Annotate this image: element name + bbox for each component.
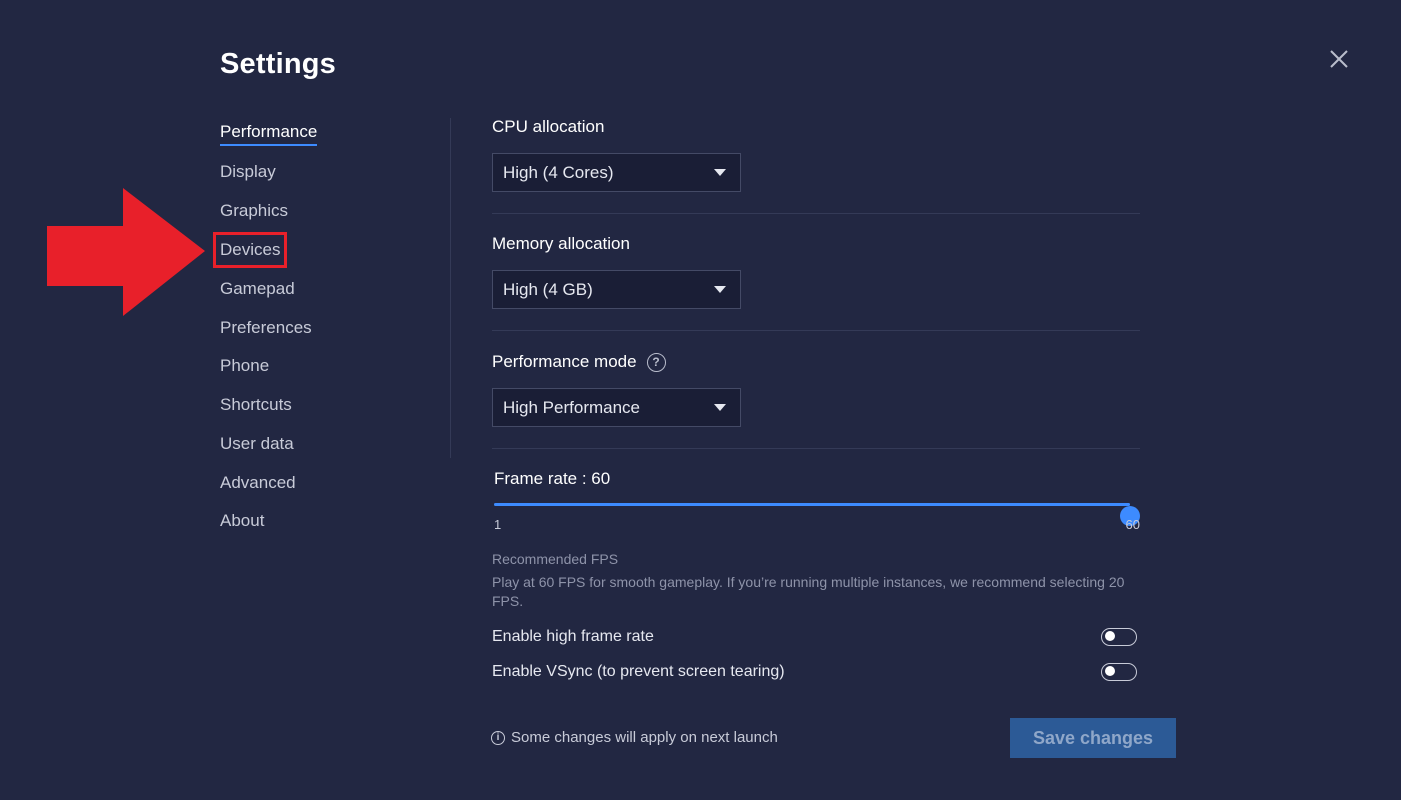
frame-rate-label: Frame rate : 60	[494, 469, 611, 488]
sidebar-item-gamepad[interactable]: Gamepad	[220, 269, 420, 308]
slider-fill	[494, 503, 1130, 506]
footer-note-text: Some changes will apply on next launch	[511, 729, 778, 746]
sidebar-item-preferences[interactable]: Preferences	[220, 308, 420, 347]
memory-select[interactable]: High (4 GB)	[492, 270, 741, 309]
recommended-fps-title: Recommended FPS	[492, 551, 619, 567]
high-frame-rate-toggle[interactable]	[1101, 627, 1137, 646]
sidebar-item-shortcuts[interactable]: Shortcuts	[220, 386, 420, 425]
toggle-knob	[1105, 631, 1115, 641]
page-title: Settings	[220, 48, 336, 80]
save-button[interactable]: Save changes	[1010, 718, 1176, 758]
high-frame-rate-label: Enable high frame rate	[492, 627, 654, 645]
mode-label: Performance mode	[492, 352, 637, 371]
sidebar-divider	[450, 118, 451, 458]
slider-min-label: 1	[494, 517, 502, 532]
sidebar: Performance Display Graphics Devices Gam…	[212, 114, 420, 541]
recommended-fps-desc: Play at 60 FPS for smooth gameplay. If y…	[492, 574, 1125, 609]
mode-label-row: Performance mode ?	[492, 349, 1140, 375]
frame-rate-section: Frame rate : 60 1 60 Recommended FPS Pla…	[492, 449, 1140, 689]
slider-max-label: 60	[1125, 517, 1140, 532]
sidebar-item-about[interactable]: About	[220, 502, 420, 541]
red-arrow-annotation	[47, 188, 205, 316]
sidebar-item-devices[interactable]: Devices	[212, 230, 420, 269]
mode-select-value: High Performance	[503, 397, 641, 417]
cpu-label: CPU allocation	[492, 117, 605, 136]
info-icon: i	[491, 730, 505, 745]
sidebar-item-graphics[interactable]: Graphics	[220, 192, 420, 231]
sidebar-item-display[interactable]: Display	[220, 153, 420, 192]
performance-panel: CPU allocation High (4 Cores) Memory all…	[492, 114, 1140, 689]
slider-ticks: 1 60	[492, 517, 1140, 537]
high-frame-rate-row: Enable high frame rate	[492, 619, 1137, 654]
toggle-knob	[1105, 666, 1115, 676]
chevron-down-icon	[714, 286, 726, 293]
settings-page: Settings Performance Display Graphics De…	[0, 0, 1401, 800]
sidebar-item-user-data[interactable]: User data	[220, 424, 420, 463]
cpu-select-value: High (4 Cores)	[503, 162, 614, 182]
vsync-toggle[interactable]	[1101, 662, 1137, 681]
help-icon[interactable]: ?	[646, 352, 666, 372]
memory-select-value: High (4 GB)	[503, 279, 593, 299]
sidebar-item-label: User data	[220, 433, 294, 453]
vsync-label: Enable VSync (to prevent screen tearing)	[492, 662, 785, 680]
mode-section: Performance mode ? High Performance	[492, 331, 1140, 449]
cpu-section: CPU allocation High (4 Cores)	[492, 114, 1140, 214]
cpu-select[interactable]: High (4 Cores)	[492, 153, 741, 192]
sidebar-item-label: Phone	[220, 356, 270, 376]
sidebar-item-phone[interactable]: Phone	[220, 347, 420, 386]
sidebar-item-label: Preferences	[220, 317, 312, 337]
frame-rate-slider[interactable]	[492, 491, 1140, 526]
slider-track	[494, 503, 1140, 526]
sidebar-item-label: Devices	[212, 231, 288, 268]
mode-select[interactable]: High Performance	[492, 388, 741, 427]
sidebar-item-performance[interactable]: Performance	[220, 114, 420, 153]
sidebar-item-label: Display	[220, 162, 276, 182]
vsync-row: Enable VSync (to prevent screen tearing)	[492, 654, 1137, 689]
chevron-down-icon	[714, 404, 726, 411]
memory-label: Memory allocation	[492, 234, 630, 253]
sidebar-item-advanced[interactable]: Advanced	[220, 463, 420, 502]
memory-section: Memory allocation High (4 GB)	[492, 214, 1140, 331]
sidebar-item-label: Shortcuts	[220, 395, 292, 415]
sidebar-item-label: About	[220, 511, 265, 531]
close-icon[interactable]	[1326, 46, 1352, 72]
chevron-down-icon	[714, 169, 726, 176]
sidebar-item-label: Advanced	[220, 472, 296, 492]
sidebar-item-label: Graphics	[220, 201, 289, 221]
footer-note: i Some changes will apply on next launch	[491, 729, 778, 746]
sidebar-item-label: Performance	[220, 121, 318, 147]
sidebar-item-label: Gamepad	[220, 278, 295, 298]
